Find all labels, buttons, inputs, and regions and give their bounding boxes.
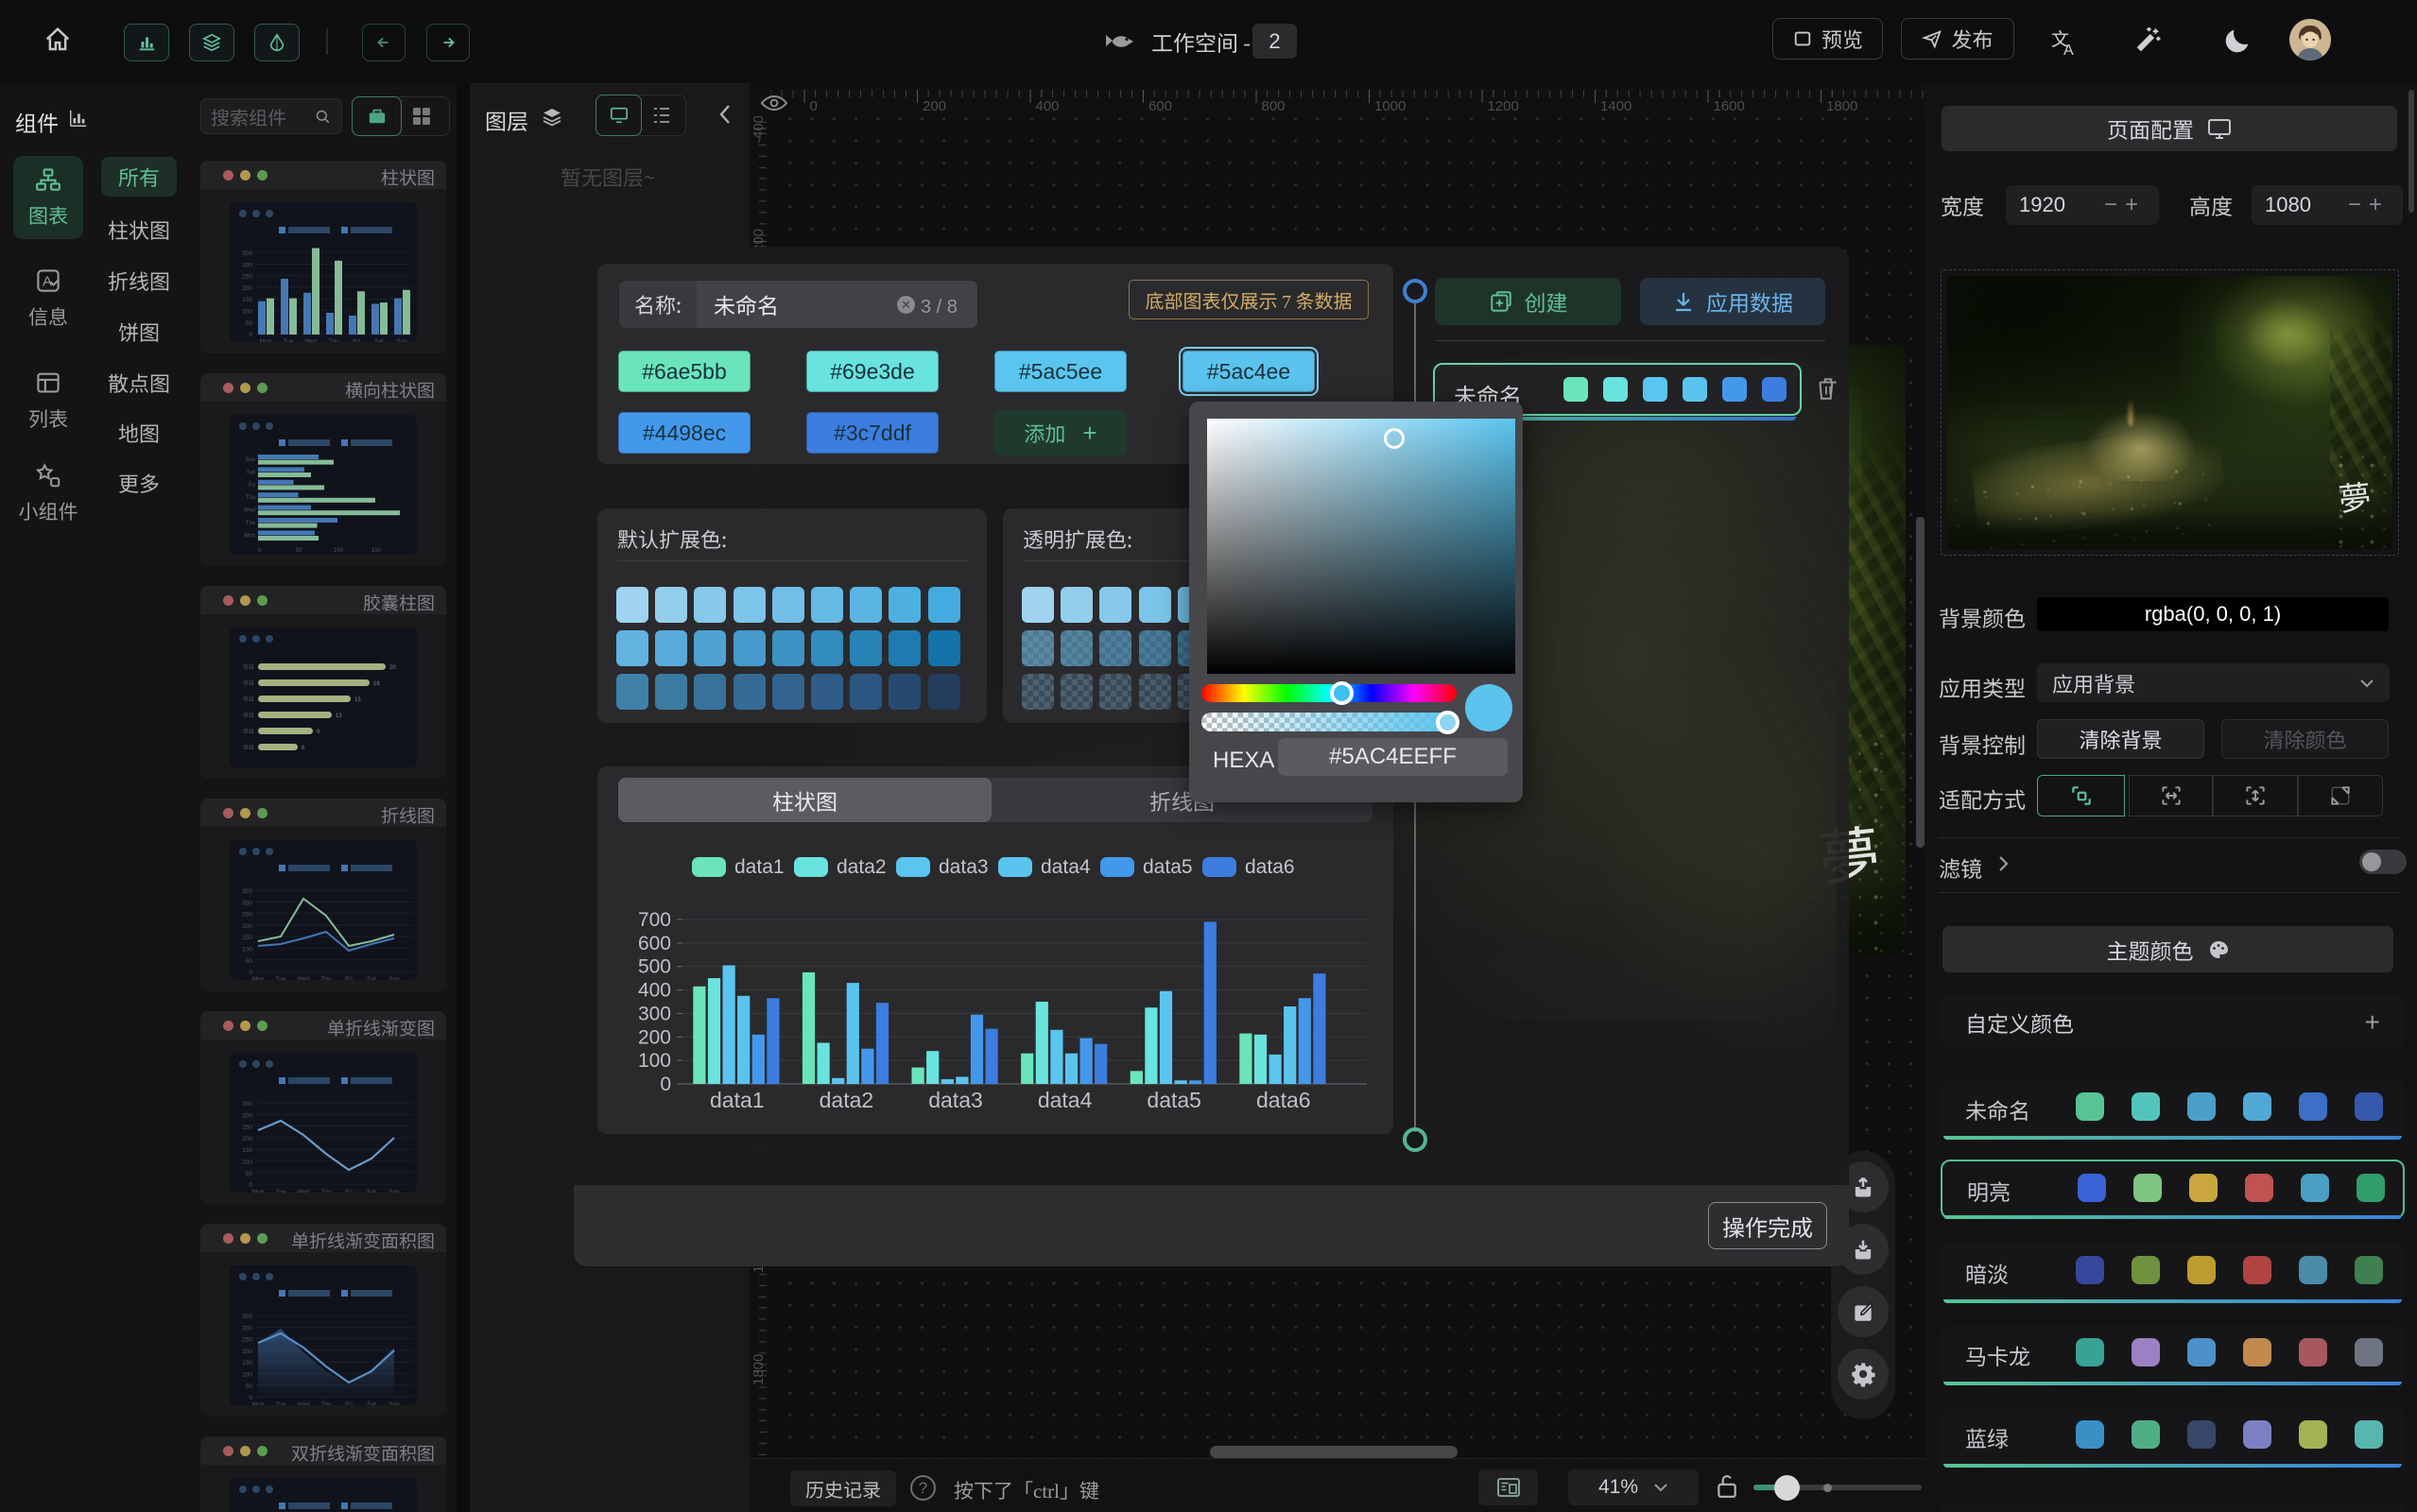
svg-text:200: 200 (242, 1136, 252, 1143)
svg-text:350: 350 (242, 888, 252, 895)
svg-text:700: 700 (638, 909, 671, 931)
svg-text:Sun: Sun (388, 1401, 400, 1405)
svg-text:Sun: Sun (388, 976, 400, 980)
svg-text:Mon: Mon (252, 1189, 265, 1193)
svg-text:500: 500 (638, 956, 671, 978)
svg-text:250: 250 (242, 1125, 252, 1131)
svg-text:300: 300 (242, 1325, 252, 1332)
svg-text:100: 100 (638, 1050, 671, 1072)
svg-text:150: 150 (371, 548, 382, 554)
svg-text:Wed: Wed (297, 976, 310, 980)
svg-text:600: 600 (638, 933, 671, 954)
svg-text:Thu: Thu (246, 495, 255, 501)
svg-text:Sun: Sun (388, 1189, 400, 1193)
svg-text:15: 15 (354, 697, 361, 703)
svg-text:Sun: Sun (396, 338, 407, 342)
svg-text:250: 250 (242, 274, 252, 281)
svg-text:0: 0 (660, 1074, 671, 1095)
svg-text:Thu: Thu (328, 338, 339, 342)
svg-text:Mon: Mon (252, 976, 265, 980)
svg-text:200: 200 (638, 1026, 671, 1048)
svg-text:50: 50 (246, 1171, 253, 1177)
svg-text:项目: 项目 (243, 679, 254, 687)
svg-text:350: 350 (242, 1314, 252, 1320)
svg-text:100: 100 (242, 309, 252, 316)
svg-text:400: 400 (638, 980, 671, 1002)
svg-text:Mon: Mon (260, 338, 272, 342)
svg-text:300: 300 (638, 1003, 671, 1024)
svg-text:50: 50 (246, 320, 253, 327)
svg-text:Wed: Wed (244, 508, 255, 514)
svg-text:Tue: Tue (276, 1401, 286, 1405)
svg-text:0: 0 (258, 548, 262, 554)
svg-text:200: 200 (242, 285, 252, 292)
svg-text:项目: 项目 (243, 743, 254, 751)
svg-text:Sat: Sat (367, 1401, 376, 1405)
svg-text:Wed: Wed (297, 1189, 310, 1193)
svg-text:100: 100 (242, 947, 252, 954)
svg-text:data6: data6 (1256, 1088, 1311, 1112)
svg-text:150: 150 (242, 297, 252, 303)
svg-text:Tue: Tue (284, 338, 294, 342)
svg-text:50: 50 (246, 1383, 253, 1390)
svg-text:data1: data1 (710, 1088, 765, 1112)
svg-text:100: 100 (334, 548, 344, 554)
svg-text:12: 12 (336, 713, 342, 719)
svg-text:data5: data5 (1147, 1088, 1201, 1112)
svg-text:Thu: Thu (320, 976, 332, 980)
svg-text:Mon: Mon (244, 533, 255, 539)
svg-text:300: 300 (242, 262, 252, 268)
svg-text:350: 350 (242, 1101, 252, 1108)
svg-text:Thu: Thu (320, 1189, 332, 1193)
svg-text:Sat: Sat (367, 976, 376, 980)
svg-text:Mon: Mon (252, 1401, 265, 1405)
svg-text:0: 0 (249, 332, 252, 338)
svg-text:Fri: Fri (345, 1401, 353, 1405)
svg-text:150: 150 (242, 935, 252, 941)
svg-text:150: 150 (242, 1147, 252, 1154)
svg-text:6: 6 (302, 746, 305, 751)
svg-text:Tue: Tue (276, 976, 286, 980)
svg-text:9: 9 (317, 730, 320, 735)
svg-text:Sat: Sat (374, 338, 384, 342)
svg-text:250: 250 (242, 1337, 252, 1344)
svg-text:data2: data2 (820, 1088, 874, 1112)
svg-text:Tue: Tue (246, 521, 256, 526)
svg-text:Wed: Wed (297, 1401, 310, 1405)
svg-text:项目: 项目 (243, 727, 254, 735)
svg-text:Sat: Sat (367, 1189, 376, 1193)
svg-text:50: 50 (246, 958, 253, 965)
svg-text:A: A (43, 274, 52, 290)
svg-text:18: 18 (373, 681, 380, 687)
svg-text:150: 150 (242, 1360, 252, 1366)
svg-text:350: 350 (242, 250, 252, 257)
svg-text:300: 300 (242, 900, 252, 906)
svg-text:项目: 项目 (243, 695, 254, 703)
svg-text:A: A (2063, 43, 2074, 59)
svg-text:50: 50 (296, 548, 302, 554)
svg-text:250: 250 (242, 912, 252, 919)
svg-text:Thu: Thu (320, 1401, 332, 1405)
svg-text:100: 100 (242, 1372, 252, 1379)
svg-text:Tue: Tue (276, 1189, 286, 1193)
svg-text:项目: 项目 (243, 711, 254, 719)
svg-text:Wed: Wed (304, 338, 318, 342)
svg-text:200: 200 (242, 1349, 252, 1355)
svg-text:data3: data3 (928, 1088, 983, 1112)
svg-text:Sun: Sun (245, 457, 255, 463)
svg-text:200: 200 (242, 923, 252, 930)
svg-text:Fri: Fri (345, 1189, 353, 1193)
svg-text:Fri: Fri (353, 338, 360, 342)
svg-text:项目: 项目 (243, 662, 254, 671)
svg-text:data4: data4 (1038, 1088, 1093, 1112)
svg-text:Fri: Fri (249, 483, 255, 489)
svg-text:Sat: Sat (247, 470, 255, 475)
svg-text:100: 100 (242, 1160, 252, 1166)
svg-text:Fri: Fri (345, 976, 353, 980)
svg-text:300: 300 (242, 1112, 252, 1119)
svg-text:20: 20 (389, 665, 396, 671)
